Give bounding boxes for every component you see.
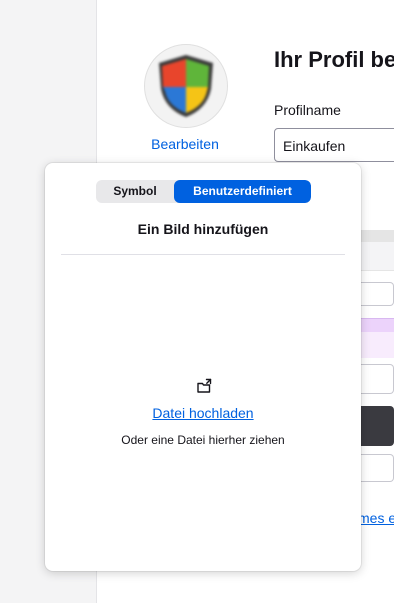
upload-file-link[interactable]: Datei hochladen [45, 405, 361, 421]
tab-symbol[interactable]: Symbol [96, 180, 174, 203]
shield-avatar-icon [159, 55, 213, 117]
upload-file-icon [197, 378, 212, 393]
page-root: Bearbeiten Ihr Profil be Profilname Eink… [0, 0, 394, 603]
bg-fragment-row [360, 242, 394, 271]
bg-fragment-input [360, 282, 394, 306]
edit-avatar-link[interactable]: Bearbeiten [145, 136, 225, 152]
tab-custom[interactable]: Benutzerdefiniert [174, 180, 311, 203]
bg-fragment-purple [360, 332, 394, 358]
profile-name-label: Profilname [274, 102, 341, 118]
bg-fragment-purple-top [360, 318, 394, 332]
avatar-picker-popup: Symbol Benutzerdefiniert Ein Bild hinzuf… [45, 163, 361, 571]
bg-fragment-dark [360, 406, 394, 446]
profile-name-input[interactable]: Einkaufen [274, 128, 394, 162]
bg-fragment-header [360, 230, 394, 242]
drag-drop-hint: Oder eine Datei hierher ziehen [121, 433, 285, 447]
popup-divider [61, 254, 345, 255]
avatar-type-toggle: Symbol Benutzerdefiniert [96, 180, 311, 203]
bg-partial-link[interactable]: mes e [358, 510, 394, 526]
profile-avatar[interactable] [144, 44, 228, 128]
bg-fragment-input-2 [360, 364, 394, 394]
bg-fragment-input-3 [360, 454, 394, 482]
page-title: Ihr Profil be [274, 47, 394, 72]
add-image-heading: Ein Bild hinzufügen [137, 221, 269, 237]
